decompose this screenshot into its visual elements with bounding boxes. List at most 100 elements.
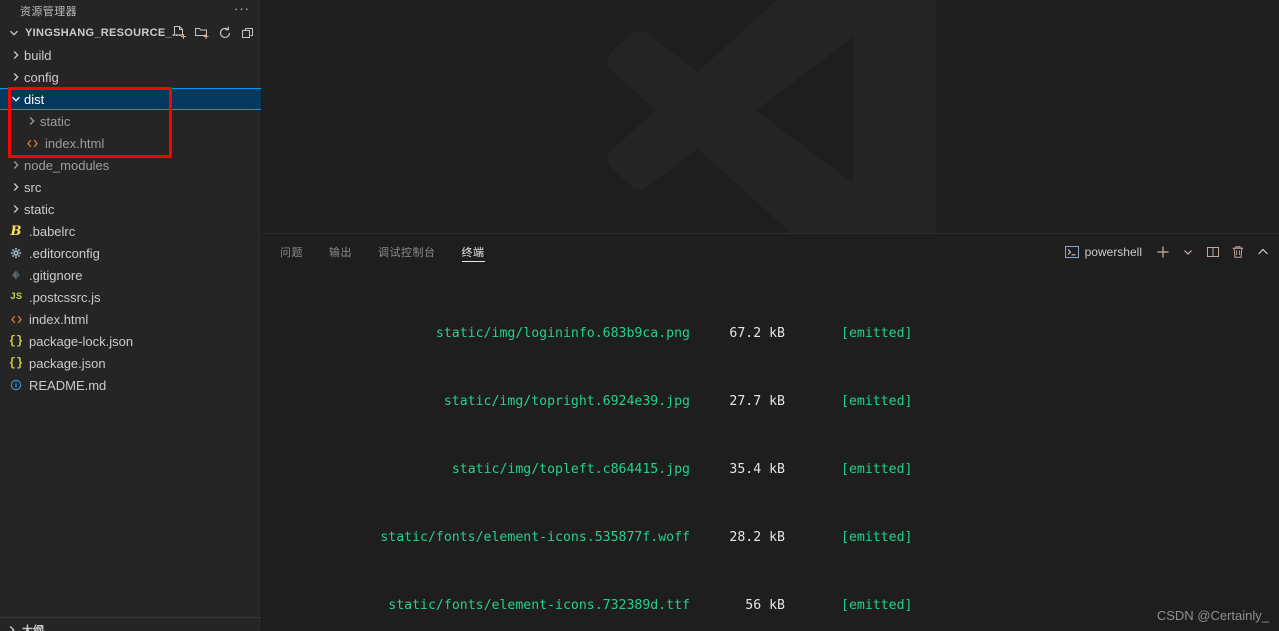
tab-output[interactable]: 输出 (329, 234, 352, 269)
explorer-actions (171, 22, 256, 43)
tree-item-dist[interactable]: dist (0, 88, 261, 110)
tree-item-label: .editorconfig (29, 245, 100, 261)
tree-item-dist-index-html[interactable]: index.html (0, 132, 261, 154)
tab-label: 输出 (329, 246, 352, 259)
chevron-right-icon (4, 622, 20, 631)
tree-item-label: package-lock.json (29, 333, 134, 349)
asset-name: static/img/logininfo.683b9ca.png (435, 326, 690, 341)
tree-item-label: .postcssrc.js (29, 289, 101, 305)
vscode-logo-watermark (607, 0, 936, 233)
asset-name: static/fonts/element-icons.732389d.ttf (388, 598, 690, 613)
tree-item-node-modules[interactable]: node_modules (0, 154, 261, 176)
tree-item-editorconfig[interactable]: .editorconfig (0, 242, 261, 264)
tree-item-label: index.html (45, 135, 105, 151)
tree-item-label: index.html (29, 311, 89, 327)
json-file-icon: {} (8, 356, 24, 370)
tree-item-label: build (24, 47, 52, 63)
chevron-right-icon (8, 47, 24, 63)
asset-size: 67.2 kB (729, 326, 785, 341)
terminal-asset-row: static/fonts/element-icons.535877f.woff 2… (270, 529, 1279, 546)
tree-item-label: src (24, 179, 42, 195)
vscode-window: 资源管理器 ··· YINGSHANG_RESOURCE_... build c… (0, 0, 1279, 631)
tab-label: 调试控制台 (378, 246, 436, 259)
tree-item-label: package.json (29, 355, 106, 371)
tab-label: 问题 (280, 246, 303, 259)
chevron-down-icon (6, 25, 22, 41)
workspace-root-row[interactable]: YINGSHANG_RESOURCE_... (0, 22, 261, 43)
tab-label: 终端 (461, 246, 485, 259)
terminal-name-label: powershell (1084, 244, 1142, 259)
tree-item-index-html[interactable]: index.html (0, 308, 261, 330)
explorer-title-row: 资源管理器 ··· (0, 0, 261, 22)
tree-item-label: README.md (29, 377, 107, 393)
refresh-icon[interactable] (217, 25, 233, 41)
asset-status: [emitted] (841, 598, 913, 613)
new-folder-icon[interactable] (194, 25, 210, 41)
outline-section-header[interactable]: 大纲 (0, 617, 261, 631)
chevron-right-icon (8, 179, 24, 195)
tab-problems[interactable]: 问题 (280, 234, 303, 269)
tree-item-label: static (24, 201, 55, 217)
chevron-right-icon (8, 201, 24, 217)
tree-item-babelrc[interactable]: B .babelrc (0, 220, 261, 242)
explorer-more-actions-icon[interactable]: ··· (234, 2, 250, 17)
babel-file-icon: B (10, 223, 22, 239)
chevron-down-icon (8, 91, 24, 107)
explorer-title: 资源管理器 (20, 6, 77, 18)
asset-size: 35.4 kB (729, 462, 785, 477)
split-terminal-icon[interactable] (1205, 244, 1221, 260)
asset-size: 56 kB (745, 598, 785, 613)
terminal-asset-row: static/img/topright.6924e39.jpg 27.7 kB [e… (270, 393, 1279, 410)
asset-status: [emitted] (841, 530, 913, 545)
asset-size: 27.7 kB (729, 394, 785, 409)
terminal-selector[interactable]: powershell (1064, 244, 1142, 260)
tree-item-src[interactable]: src (0, 176, 261, 198)
kill-terminal-trash-icon[interactable] (1230, 244, 1246, 260)
tree-item-readme-md[interactable]: README.md (0, 374, 261, 396)
asset-size: 28.2 kB (729, 530, 785, 545)
explorer-sidebar: 资源管理器 ··· YINGSHANG_RESOURCE_... build c… (0, 0, 262, 631)
tree-item-package-lock-json[interactable]: {} package-lock.json (0, 330, 261, 352)
csdn-watermark: CSDN @Certainly_ (1156, 608, 1269, 623)
tree-item-gitignore[interactable]: .gitignore (0, 264, 261, 286)
gear-icon (8, 245, 24, 261)
bottom-panel: 问题 输出 调试控制台 终端 powershell static/img/log… (262, 233, 1279, 631)
tree-item-dist-static[interactable]: static (0, 110, 261, 132)
panel-header: 问题 输出 调试控制台 终端 powershell (262, 234, 1279, 269)
tree-item-static[interactable]: static (0, 198, 261, 220)
tree-item-label: node_modules (24, 157, 110, 173)
git-file-icon (8, 267, 24, 283)
tree-item-label: static (40, 113, 71, 129)
markdown-info-icon (8, 377, 24, 393)
tree-item-postcssrc-js[interactable]: JS .postcssrc.js (0, 286, 261, 308)
tree-item-label: config (24, 69, 59, 85)
html-file-icon (24, 135, 40, 151)
collapse-all-icon[interactable] (240, 25, 256, 41)
chevron-right-icon (8, 157, 24, 173)
add-terminal-icon[interactable] (1155, 244, 1171, 260)
panel-tabs: 问题 输出 调试控制台 终端 (262, 234, 511, 269)
json-file-icon: {} (8, 334, 24, 348)
asset-name: static/img/topright.6924e39.jpg (443, 394, 690, 409)
tree-item-config[interactable]: config (0, 66, 261, 88)
editor-empty-area (262, 0, 1279, 233)
tree-item-build[interactable]: build (0, 44, 261, 66)
asset-name: static/img/topleft.c864415.jpg (451, 462, 690, 477)
collapse-panel-icon[interactable] (1255, 244, 1271, 260)
tree-item-package-json[interactable]: {} package.json (0, 352, 261, 374)
chevron-right-icon (8, 69, 24, 85)
chevron-down-icon[interactable] (1180, 244, 1196, 260)
terminal-asset-row: static/img/topleft.c864415.jpg 35.4 kB [em… (270, 461, 1279, 478)
html-file-icon (8, 311, 24, 327)
asset-status: [emitted] (841, 394, 913, 409)
file-tree: build config dist static index.html node… (0, 44, 261, 396)
asset-status: [emitted] (841, 462, 913, 477)
tree-item-label: dist (24, 91, 45, 107)
new-file-icon[interactable] (171, 25, 187, 41)
tree-item-label: .gitignore (29, 267, 83, 283)
terminal-output[interactable]: static/img/logininfo.683b9ca.png 67.2 kB [… (262, 269, 1279, 631)
terminal-icon (1064, 244, 1080, 260)
tab-debug-console[interactable]: 调试控制台 (378, 234, 436, 269)
tab-terminal[interactable]: 终端 (461, 234, 485, 269)
js-file-icon: JS (9, 291, 22, 303)
